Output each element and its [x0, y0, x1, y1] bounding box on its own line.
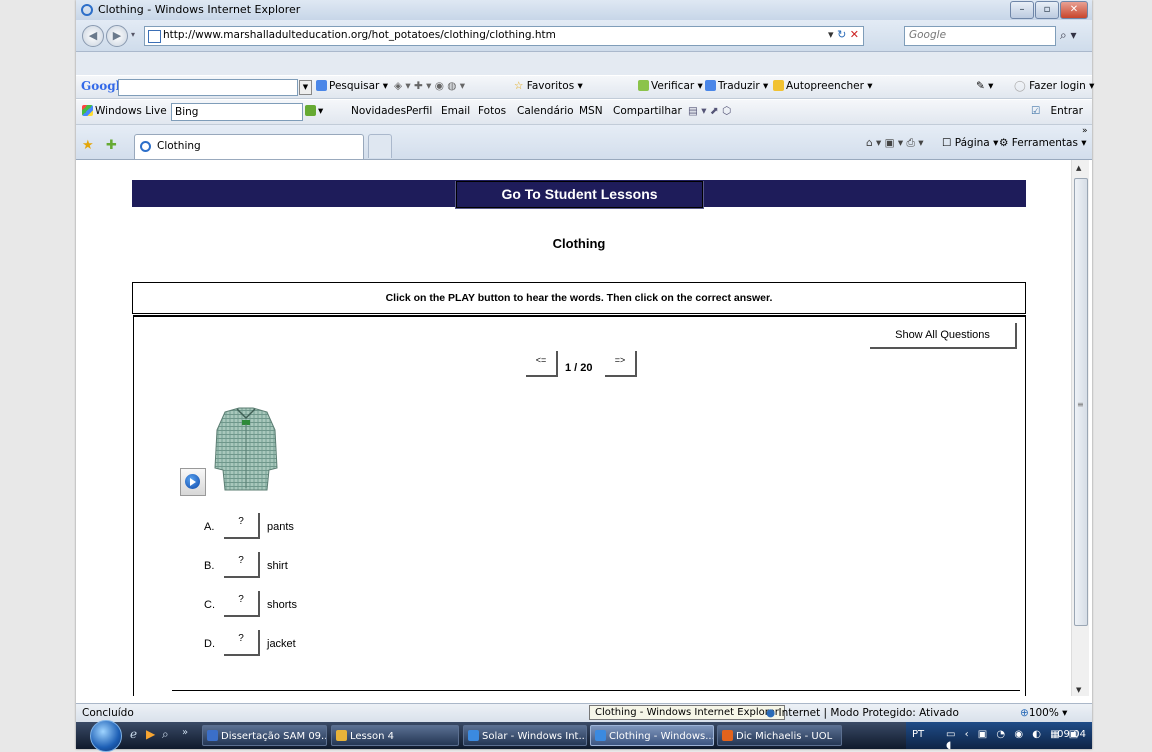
scroll-down-icon[interactable]: ▼ [1076, 686, 1081, 694]
taskbar-button-michaelis[interactable]: Dic Michaelis - UOL [717, 725, 842, 746]
prev-question-button[interactable]: <= [526, 351, 558, 377]
refresh-stop-icons[interactable]: ▾ ↻ ✕ [828, 28, 859, 41]
status-bar: Concluído Clothing - Windows Internet Ex… [76, 703, 1092, 722]
toolbar-overflow-icon[interactable]: » [1082, 126, 1088, 136]
quicklaunch-media-icon[interactable]: ▶ [146, 727, 155, 741]
search-input[interactable]: Google [904, 26, 1056, 46]
wl-entrar-button[interactable]: ☑ Entrar [1031, 105, 1083, 117]
page-icon [148, 30, 161, 43]
wl-icons-group[interactable]: ▤ ▾ ⬈ ⬡ [688, 105, 731, 117]
next-question-button[interactable]: => [605, 351, 637, 377]
option-b-word: shirt [267, 560, 288, 572]
new-tab-button[interactable] [368, 134, 392, 158]
window-title: Clothing - Windows Internet Explorer [98, 3, 301, 16]
quicklaunch-more-icon[interactable]: » [182, 727, 188, 738]
ferramentas-menu[interactable]: ⚙ Ferramentas ▾ [999, 137, 1087, 149]
search-icon[interactable]: ⌕ ▾ [1060, 28, 1077, 43]
settings-wrench-icon[interactable]: ✎ ▾ [976, 80, 993, 92]
divider [172, 690, 1020, 691]
wl-link-perfil[interactable]: Perfil [406, 105, 432, 117]
google-toolbar: Google ▼ Pesquisar ▾ ◈ ▾ ✚ ▾ ◉ ◍ ▾ ☆ Fav… [76, 76, 1094, 99]
instruction-box: Click on the PLAY button to hear the wor… [132, 282, 1026, 314]
close-button[interactable]: ✕ [1060, 1, 1088, 19]
question-counter: 1 / 20 [565, 362, 593, 374]
wl-link-msn[interactable]: MSN [579, 105, 603, 117]
tab-ie-icon [140, 141, 151, 152]
browser-window: Clothing - Windows Internet Explorer – ▫… [76, 0, 1094, 752]
bing-search-icon[interactable]: ▾ [305, 105, 323, 117]
start-button[interactable] [90, 720, 122, 752]
search-placeholder: Google [909, 29, 947, 41]
back-button[interactable]: ◀ [82, 25, 104, 47]
wl-link-compartilhar[interactable]: Compartilhar [613, 105, 682, 117]
traduzir-button[interactable]: Traduzir ▾ [705, 80, 768, 92]
option-a-answer-button[interactable]: ? [224, 513, 260, 539]
security-zone: ● Internet | Modo Protegido: Ativado [766, 707, 959, 719]
go-to-student-lessons-button[interactable]: Go To Student Lessons [455, 181, 704, 209]
taskbar-button-clothing[interactable]: Clothing - Windows... [590, 725, 714, 746]
option-c-answer-button[interactable]: ? [224, 591, 260, 617]
bing-search-input[interactable]: Bing [171, 103, 303, 121]
ie-icon [81, 4, 93, 16]
vertical-scrollbar[interactable]: ▲ ≡ ▼ [1071, 160, 1089, 696]
show-all-questions-button[interactable]: Show All Questions [870, 323, 1017, 349]
wl-link-email[interactable]: Email [441, 105, 470, 117]
quicklaunch-ie-icon[interactable]: ℯ [130, 727, 137, 741]
pagina-menu[interactable]: ☐ Página ▾ [942, 137, 998, 149]
tab-clothing[interactable]: Clothing [134, 134, 364, 159]
add-favorite-icon[interactable]: ✚ [106, 138, 117, 153]
history-dropdown-icon[interactable]: ▾ [131, 30, 135, 39]
option-d-answer-button[interactable]: ? [224, 630, 260, 656]
status-text: Concluído [82, 707, 134, 719]
tooltip: Clothing - Windows Internet Explorer [589, 705, 785, 720]
address-toolbar: ◀ ▶ ▾ http://www.marshalladulteducation.… [76, 20, 1092, 52]
page-title: Clothing [552, 236, 606, 251]
tab-bar: ★ ✚ Clothing ⌂ ▾ ▣ ▾ ⎙ ▾ ☐ Página ▾ ⚙ Fe… [76, 125, 1092, 160]
url-text: http://www.marshalladulteducation.org/ho… [163, 29, 556, 41]
pesquisar-button[interactable]: Pesquisar ▾ [316, 80, 388, 92]
scroll-up-icon[interactable]: ▲ [1076, 164, 1081, 172]
language-indicator[interactable]: PT [912, 729, 924, 740]
wl-link-fotos[interactable]: Fotos [478, 105, 506, 117]
scroll-grip-icon: ≡ [1077, 400, 1084, 409]
favoritos-button[interactable]: ☆ Favoritos ▾ [514, 80, 583, 92]
google-dropdown-icon[interactable]: ▼ [299, 80, 312, 95]
system-tray: PT ▭ ‹ ▣ ◔ ◉ ◐ ▦ ▣ ◖ 09:04 [906, 722, 1092, 751]
zoom-control[interactable]: ⊕100% ▾ [1020, 707, 1067, 719]
play-button[interactable] [180, 468, 206, 496]
taskbar-button-lesson4[interactable]: Lesson 4 [331, 725, 459, 746]
taskbar-button-dissertacao[interactable]: Dissertação SAM 09.... [202, 725, 327, 746]
quicklaunch-search-icon[interactable]: ⌕ [162, 727, 169, 742]
wl-link-calendario[interactable]: Calendário [517, 105, 574, 117]
page-content: Go To Student Lessons Clothing Click on … [76, 160, 1071, 696]
forward-button[interactable]: ▶ [106, 25, 128, 47]
toolbar-strip [76, 52, 1092, 75]
google-search-input[interactable] [118, 79, 298, 96]
wl-link-novidades[interactable]: Novidades [351, 105, 406, 117]
maximize-button[interactable]: ▫ [1035, 1, 1059, 19]
option-b-answer-button[interactable]: ? [224, 552, 260, 578]
taskbar-button-solar[interactable]: Solar - Windows Int... [463, 725, 587, 746]
autopreencher-button[interactable]: Autopreencher ▾ [773, 80, 873, 92]
shirt-image [214, 407, 278, 491]
fazer-login-button[interactable]: ◯ Fazer login ▾ [1014, 80, 1094, 92]
verificar-button[interactable]: Verificar ▾ [638, 80, 703, 92]
address-input[interactable]: http://www.marshalladulteducation.org/ho… [144, 26, 864, 46]
clock[interactable]: 09:04 [1057, 729, 1086, 740]
command-icons-group[interactable]: ⌂ ▾ ▣ ▾ ⎙ ▾ [866, 137, 924, 150]
windows-live-toolbar: Windows Live Bing ▾ Novidades Perfil Ema… [76, 100, 1092, 125]
option-a-word: pants [267, 521, 294, 533]
minimize-button[interactable]: – [1010, 1, 1034, 19]
windows-live-logo: Windows Live [82, 105, 167, 117]
taskbar: ℯ ▶ ⌕ » Dissertação SAM 09.... Lesson 4 … [76, 720, 1092, 752]
title-bar: Clothing - Windows Internet Explorer – ▫… [76, 0, 1092, 21]
option-c-word: shorts [267, 599, 297, 611]
favorites-star-icon[interactable]: ★ [82, 138, 94, 153]
option-d-word: jacket [267, 638, 296, 650]
toolbar-icons-group[interactable]: ◈ ▾ ✚ ▾ ◉ ◍ ▾ [394, 80, 465, 92]
